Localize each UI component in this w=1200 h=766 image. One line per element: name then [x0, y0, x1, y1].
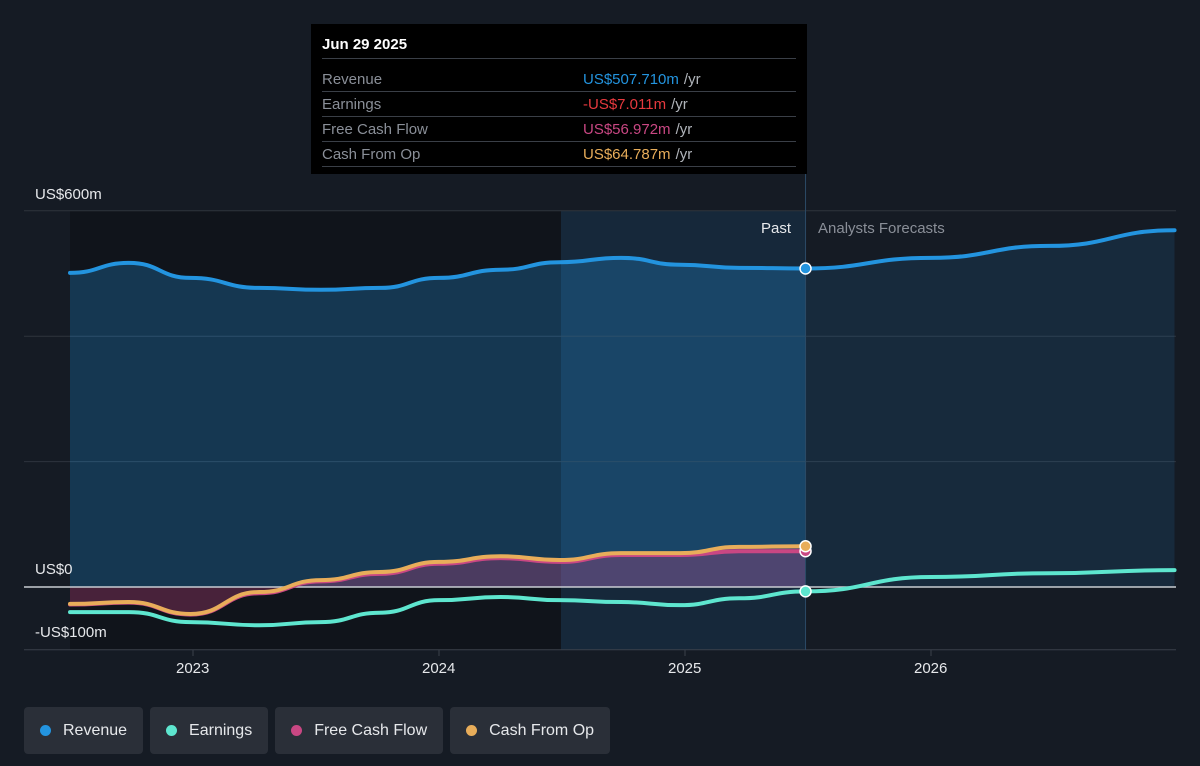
- tooltip-label: Earnings: [322, 96, 583, 113]
- tooltip: Jun 29 2025 RevenueUS$507.710m/yrEarning…: [311, 24, 807, 174]
- legend-dot-icon: [40, 725, 51, 736]
- x-label-2024: 2024: [422, 660, 455, 677]
- x-label-2026: 2026: [914, 660, 947, 677]
- legend-item-earnings[interactable]: Earnings: [150, 707, 268, 754]
- legend-item-cash-from-op[interactable]: Cash From Op: [450, 707, 610, 754]
- past-label: Past: [761, 220, 791, 237]
- tooltip-label: Free Cash Flow: [322, 121, 583, 138]
- marker-earnings: [800, 586, 811, 597]
- legend-dot-icon: [291, 725, 302, 736]
- legend-label: Revenue: [63, 722, 127, 740]
- tooltip-unit: /yr: [684, 71, 701, 88]
- marker-revenue: [800, 263, 811, 274]
- legend-item-revenue[interactable]: Revenue: [24, 707, 143, 754]
- legend: Revenue Earnings Free Cash Flow Cash From O…: [24, 707, 610, 754]
- tooltip-label: Cash From Op: [322, 146, 583, 163]
- x-label-2025: 2025: [668, 660, 701, 677]
- legend-label: Free Cash Flow: [314, 722, 427, 740]
- tooltip-unit: /yr: [676, 146, 693, 163]
- tooltip-label: Revenue: [322, 71, 583, 88]
- revenue-forecast-area: [806, 230, 1175, 587]
- legend-label: Earnings: [189, 722, 252, 740]
- tooltip-value: US$507.710m: [583, 71, 679, 88]
- legend-item-free-cash-flow[interactable]: Free Cash Flow: [275, 707, 443, 754]
- tooltip-value: US$56.972m: [583, 121, 671, 138]
- tooltip-row: RevenueUS$507.710m/yr: [322, 67, 796, 92]
- revenue-area: [70, 258, 806, 587]
- legend-dot-icon: [466, 725, 477, 736]
- y-label-600: US$600m: [35, 186, 102, 203]
- tooltip-date: Jun 29 2025: [322, 36, 796, 59]
- tooltip-value: -US$7.011m: [583, 96, 666, 113]
- tooltip-row: Cash From OpUS$64.787m/yr: [322, 142, 796, 167]
- marker-cfo: [800, 541, 811, 552]
- tooltip-value: US$64.787m: [583, 146, 671, 163]
- tooltip-unit: /yr: [676, 121, 693, 138]
- legend-dot-icon: [166, 725, 177, 736]
- tooltip-row: Free Cash FlowUS$56.972m/yr: [322, 117, 796, 142]
- tooltip-unit: /yr: [671, 96, 688, 113]
- y-label-neg100: -US$100m: [35, 624, 107, 641]
- forecast-label: Analysts Forecasts: [818, 220, 945, 237]
- tooltip-row: Earnings-US$7.011m/yr: [322, 92, 796, 117]
- x-label-2023: 2023: [176, 660, 209, 677]
- y-label-0: US$0: [35, 561, 73, 578]
- legend-label: Cash From Op: [489, 722, 594, 740]
